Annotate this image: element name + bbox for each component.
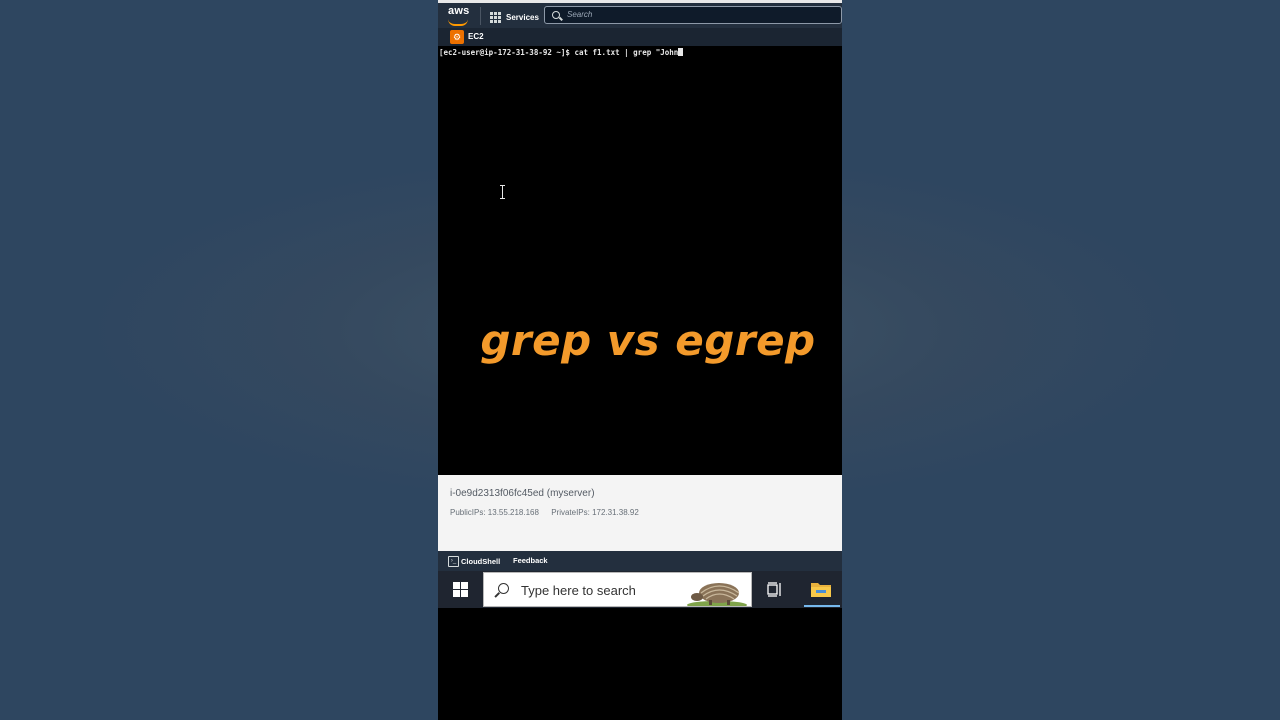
- taskbar-search-placeholder: Type here to search: [521, 583, 636, 598]
- favorites-bar: ⚙ EC2: [438, 28, 842, 46]
- instance-id: i-0e9d2313f06fc45ed (myserver): [450, 488, 595, 499]
- text-cursor-icon: [500, 185, 505, 199]
- windows-start-icon[interactable]: [453, 582, 468, 597]
- feedback-button[interactable]: Feedback: [513, 556, 548, 565]
- video-frame: aws Services Search ⚙ EC2 [ec2-user@ip-1…: [438, 0, 842, 720]
- aws-logo[interactable]: aws: [448, 5, 469, 17]
- favorite-ec2-link[interactable]: EC2: [468, 32, 484, 41]
- taskbar-search-input[interactable]: Type here to search: [483, 572, 752, 607]
- aws-logo-smile: [448, 19, 468, 26]
- terminal-prompt: [ec2-user@ip-172-31-38-92 ~]$: [439, 48, 575, 57]
- ec2-icon[interactable]: ⚙: [450, 30, 464, 44]
- aws-search-input[interactable]: Search: [544, 6, 842, 24]
- instance-ips: PublicIPs: 13.55.218.168 PrivateIPs: 172…: [450, 508, 639, 517]
- terminal[interactable]: [ec2-user@ip-172-31-38-92 ~]$ cat f1.txt…: [438, 46, 842, 475]
- services-button[interactable]: Services: [490, 9, 539, 25]
- private-ips: PrivateIPs: 172.31.38.92: [551, 508, 639, 517]
- search-icon: [552, 11, 560, 19]
- services-label: Services: [506, 12, 539, 22]
- windows-taskbar: Type here to search: [438, 571, 842, 608]
- terminal-command: cat f1.txt | grep "John: [574, 48, 679, 57]
- file-explorer-icon[interactable]: [811, 581, 831, 597]
- search-icon: [498, 583, 509, 594]
- terminal-command-line: [ec2-user@ip-172-31-38-92 ~]$ cat f1.txt…: [439, 48, 684, 57]
- public-ips: PublicIPs: 13.55.218.168: [450, 508, 539, 517]
- cloudshell-icon[interactable]: ›_: [448, 556, 459, 567]
- search-placeholder: Search: [567, 10, 593, 19]
- terminal-cursor: [678, 48, 684, 56]
- cloudshell-button[interactable]: CloudShell: [461, 557, 500, 566]
- instance-info-panel: i-0e9d2313f06fc45ed (myserver) PublicIPs…: [438, 475, 842, 551]
- search-highlight-image: [687, 583, 747, 606]
- divider: [480, 7, 481, 25]
- video-overlay-title: grep vs egrep: [480, 316, 816, 365]
- aws-top-nav: aws Services Search: [438, 0, 842, 28]
- aws-footer: ›_ CloudShell Feedback: [438, 551, 842, 571]
- active-app-indicator: [804, 605, 840, 607]
- task-view-icon[interactable]: [767, 582, 783, 597]
- grid-icon: [490, 11, 501, 23]
